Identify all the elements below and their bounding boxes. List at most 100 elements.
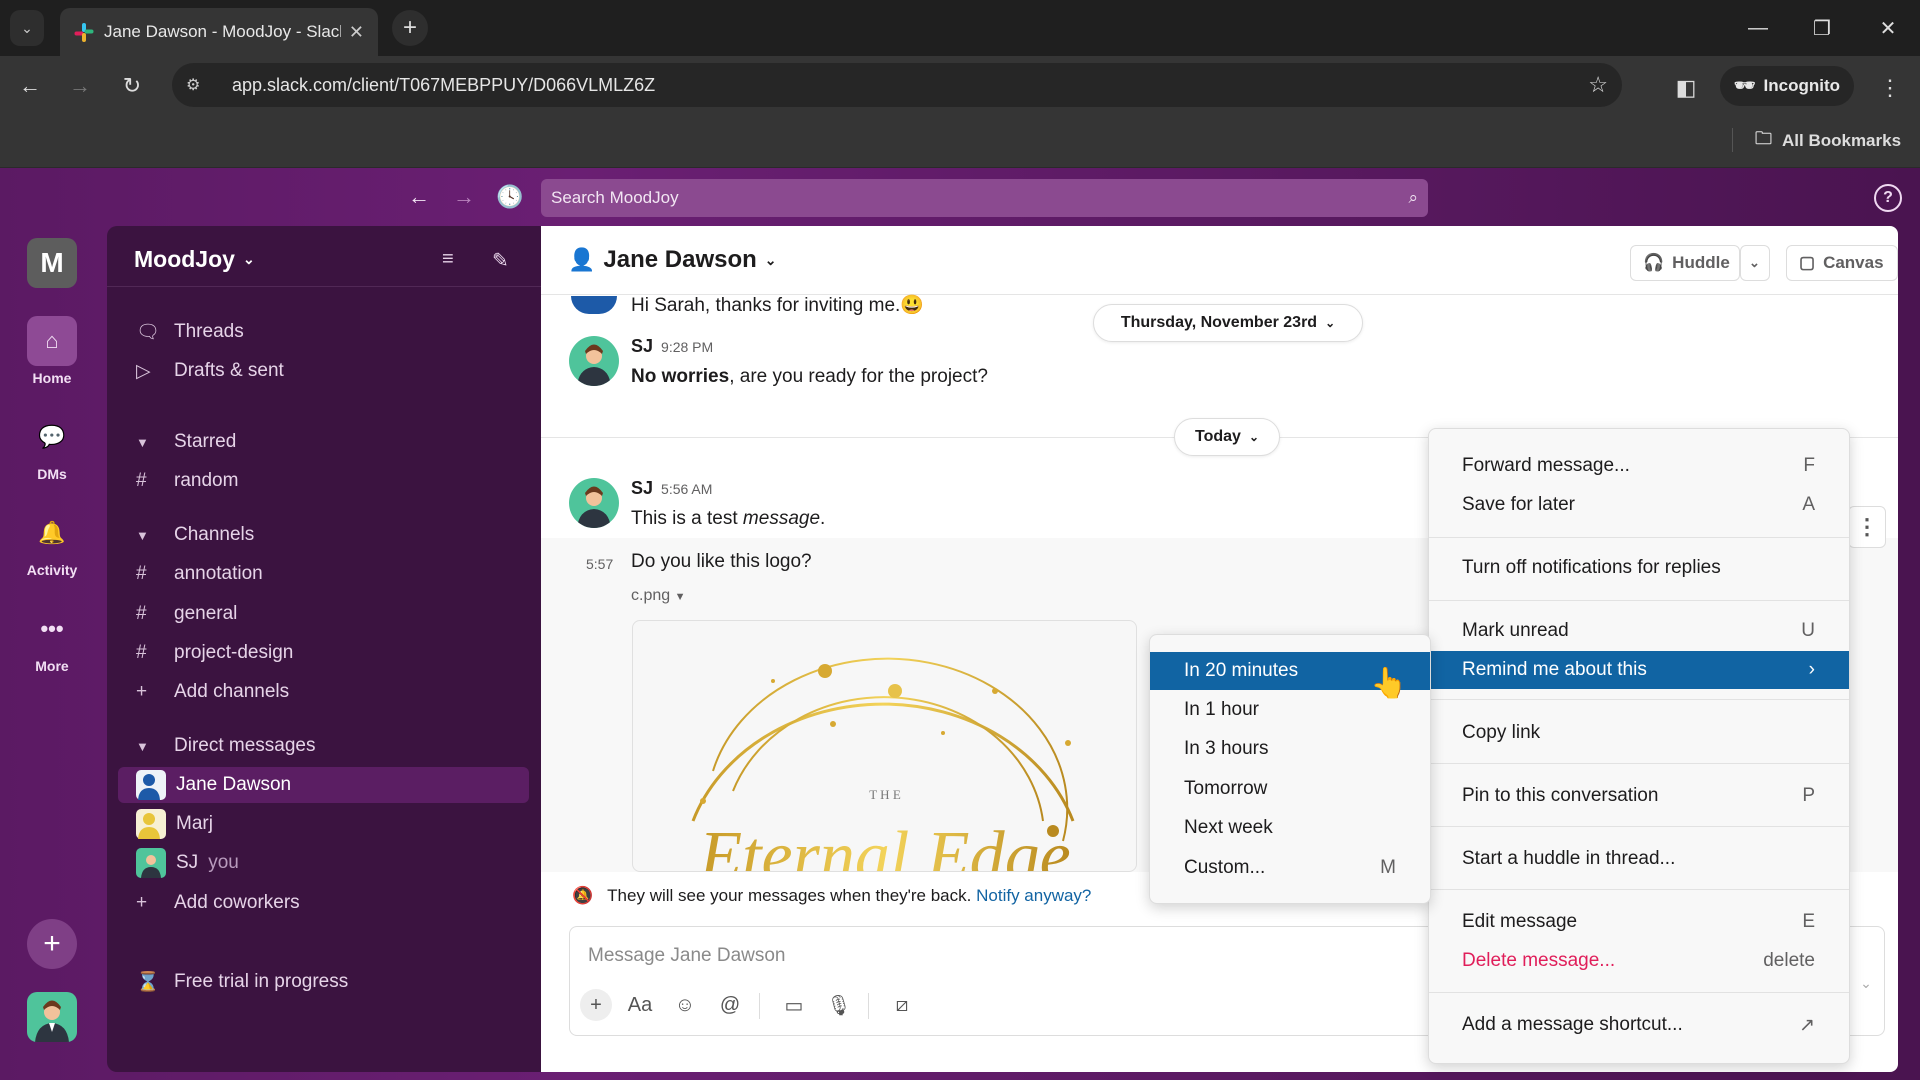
tab-search-button[interactable]: ⌄ — [10, 10, 44, 46]
forward-button[interactable]: → — [62, 68, 98, 104]
slash-command-icon[interactable]: ⧄ — [886, 989, 918, 1021]
history-forward-icon[interactable]: → — [447, 180, 481, 214]
bookmark-star-icon[interactable]: ☆ — [1588, 72, 1608, 98]
rail-more[interactable]: ••• More — [12, 604, 92, 674]
remind-tomorrow[interactable]: Tomorrow — [1150, 770, 1430, 808]
menu-item-edit-message[interactable]: Edit message E — [1429, 903, 1849, 941]
rail-home[interactable]: ⌂ Home — [12, 316, 92, 386]
sidebar-item-project-design[interactable]: # project-design — [136, 635, 293, 671]
history-icon[interactable]: 🕓 — [493, 180, 527, 214]
date-divider-nov-23[interactable]: Thursday, November 23rd ⌄ — [1093, 304, 1363, 342]
incognito-badge[interactable]: 🕶 Incognito — [1720, 66, 1854, 106]
menu-item-remind-me[interactable]: Remind me about this › — [1429, 651, 1849, 689]
free-trial-link[interactable]: ⌛ Free trial in progress — [136, 964, 348, 1000]
remind-next-week[interactable]: Next week — [1150, 809, 1430, 847]
caret-down-icon: ▼ — [674, 591, 686, 603]
message-time[interactable]: 5:56 AM — [661, 481, 712, 497]
reload-button[interactable]: ↻ — [114, 68, 150, 104]
search-input[interactable]: Search MoodJoy ⌕ — [541, 179, 1428, 217]
formatting-icon[interactable]: Aa — [624, 989, 656, 1021]
sidebar-item-drafts[interactable]: ▷ Drafts & sent — [136, 353, 284, 389]
channel-header-title[interactable]: 👤 Jane Dawson ⌄ — [568, 246, 777, 274]
minimize-button[interactable]: — — [1738, 8, 1778, 48]
rail-activity[interactable]: 🔔 Activity — [12, 508, 92, 578]
help-icon[interactable]: ? — [1874, 184, 1902, 212]
new-tab-button[interactable]: + — [392, 10, 428, 46]
menu-shortcut: F — [1803, 455, 1815, 476]
image-attachment[interactable]: T H E Eternal Edge — [632, 620, 1137, 872]
logo-text-the: T H E — [869, 787, 901, 802]
threads-icon: 🗨 — [136, 322, 161, 343]
dm-marj[interactable]: Marj — [136, 806, 213, 842]
date-divider-today[interactable]: Today ⌄ — [1174, 418, 1280, 456]
add-workspace-button[interactable]: + — [27, 919, 77, 969]
menu-item-turn-off-notifications[interactable]: Turn off notifications for replies — [1429, 549, 1849, 587]
remind-in-3-hours[interactable]: In 3 hours — [1150, 730, 1430, 768]
notify-anyway-link[interactable]: Notify anyway? — [976, 886, 1091, 905]
logo-script-text: Eternal Edge — [698, 818, 1070, 872]
sidebar-item-general[interactable]: # general — [136, 596, 237, 632]
add-coworkers-button[interactable]: + Add coworkers — [136, 885, 300, 921]
sj-avatar[interactable] — [569, 478, 619, 528]
close-window-button[interactable]: ✕ — [1868, 8, 1908, 48]
file-name-toggle[interactable]: c.png ▼ — [631, 587, 685, 605]
sidebar-item-random[interactable]: # random — [136, 463, 238, 499]
rail-dms[interactable]: 💬 DMs — [12, 412, 92, 482]
menu-item-delete-message[interactable]: Delete message... delete — [1429, 942, 1849, 980]
menu-item-start-huddle[interactable]: Start a huddle in thread... — [1429, 840, 1849, 878]
sidebar-item-threads[interactable]: 🗨 Threads — [136, 314, 244, 350]
workspace-switcher[interactable]: M — [27, 238, 77, 288]
dm-name: Jane Dawson — [176, 774, 292, 795]
history-back-icon[interactable]: ← — [402, 180, 436, 214]
more-actions-button[interactable]: ⋮ — [1848, 506, 1886, 548]
remind-custom[interactable]: Custom... M — [1150, 849, 1430, 887]
attach-plus-icon[interactable]: + — [580, 989, 612, 1021]
message-text: Hi Sarah, thanks for inviting me. — [631, 295, 901, 316]
message-context-menu: Forward message... F Save for later A Turn… — [1428, 428, 1850, 1064]
jane-avatar — [136, 770, 166, 800]
section-direct-messages[interactable]: ▼ Direct messages — [136, 728, 316, 764]
message-author[interactable]: SJ — [631, 336, 653, 356]
restore-button[interactable]: ❐ — [1802, 8, 1842, 48]
message-time[interactable]: 9:28 PM — [661, 339, 713, 355]
site-info-icon[interactable]: ⚙ — [186, 75, 212, 95]
huddle-options-button[interactable]: ⌄ — [1740, 245, 1770, 281]
canvas-button[interactable]: ▢ Canvas — [1786, 245, 1898, 281]
microphone-icon[interactable]: 🎙 — [823, 989, 855, 1021]
chevron-down-icon[interactable]: ⌄ — [1850, 967, 1882, 999]
italic-text: message — [742, 508, 821, 529]
message-time[interactable]: 5:57 — [586, 556, 613, 572]
menu-item-forward[interactable]: Forward message... F — [1429, 447, 1849, 485]
menu-item-save-for-later[interactable]: Save for later A — [1429, 486, 1849, 524]
emoji-icon[interactable]: ☺ — [669, 989, 701, 1021]
section-channels[interactable]: ▼ Channels — [136, 517, 254, 553]
url-text[interactable]: app.slack.com/client/T067MEBPPUY/D066VLM… — [232, 75, 1588, 96]
workspace-menu[interactable]: MoodJoy ⌄ — [134, 246, 255, 273]
hourglass-icon: ⌛ — [136, 972, 160, 993]
back-button[interactable]: ← — [12, 68, 48, 104]
message-author[interactable]: SJ — [631, 478, 653, 498]
menu-item-mark-unread[interactable]: Mark unread U — [1429, 612, 1849, 650]
video-icon[interactable]: ▭ — [778, 989, 810, 1021]
dm-name: SJ — [176, 852, 199, 873]
add-channels-button[interactable]: + Add channels — [136, 674, 289, 710]
user-avatar[interactable] — [27, 992, 77, 1042]
sj-avatar[interactable] — [569, 336, 619, 386]
browser-menu-icon[interactable]: ⋮ — [1872, 70, 1908, 106]
side-panel-icon[interactable]: ◧ — [1668, 70, 1704, 106]
filter-icon[interactable]: ≡ — [442, 248, 454, 271]
menu-item-pin[interactable]: Pin to this conversation P — [1429, 777, 1849, 815]
mention-icon[interactable]: @ — [714, 989, 746, 1021]
section-starred[interactable]: ▼ Starred — [136, 424, 236, 460]
browser-tab[interactable]: Jane Dawson - MoodJoy - Slack ✕ — [60, 8, 378, 56]
close-tab-icon[interactable]: ✕ — [349, 22, 364, 43]
sidebar-item-annotation[interactable]: # annotation — [136, 556, 263, 592]
menu-item-add-shortcut[interactable]: Add a message shortcut... ↗ — [1429, 1006, 1849, 1044]
all-bookmarks-button[interactable]: 🗀 All Bookmarks — [1755, 126, 1901, 155]
compose-icon[interactable]: ✎ — [492, 248, 509, 273]
dm-jane-dawson[interactable]: Jane Dawson — [118, 767, 529, 803]
address-bar[interactable]: ⚙ app.slack.com/client/T067MEBPPUY/D066V… — [172, 63, 1622, 107]
huddle-button[interactable]: 🎧 Huddle — [1630, 245, 1740, 281]
menu-item-copy-link[interactable]: Copy link — [1429, 714, 1849, 752]
dm-sj[interactable]: SJ you — [136, 845, 239, 881]
